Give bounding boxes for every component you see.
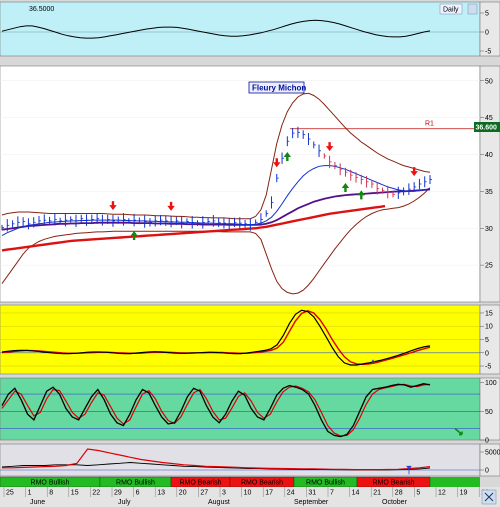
x-day-label: 8 [49,490,53,497]
macd-y-tick-label: 10 [485,324,493,331]
x-day-label: 22 [92,490,100,497]
top-oscillator-panel: 36.5000 Daily 5 0 -5 [0,1,500,57]
x-day-label: 21 [373,490,381,497]
period-button-label: Daily [443,7,459,14]
x-day-label: 24 [287,490,295,497]
x-day-label: 29 [114,490,122,497]
x-day-label: 5 [416,490,420,497]
x-day-label: 1 [28,490,32,497]
price-panel: 50 45 40 35 30 25 R1 Fleury Michon 36.600 [0,65,500,303]
top-y-tick-label: 5 [485,11,489,18]
volume-y-tick-label: 0 [485,468,489,475]
x-day-label: 17 [265,490,273,497]
last-price-label: 36.600 [476,125,498,132]
x-axis: 2518152229613202731017243171421285121926… [0,487,500,507]
x-month-label: August [208,499,230,506]
chart-title: Fleury Michon [252,84,306,93]
rmo-segment-label: RMO Bearish [372,480,414,487]
scroll-button[interactable] [467,3,478,15]
x-day-label: 12 [438,490,446,497]
x-day-label: 28 [395,490,403,497]
macd-y-tick-label: 5 [485,337,489,344]
x-month-label: July [118,499,131,506]
x-day-label: 31 [308,490,316,497]
rmo-segment-label: RMO Bullish [116,480,155,487]
price-y-tick-label: 30 [485,226,493,233]
price-y-tick-label: 35 [485,189,493,196]
chart-canvas: 36.5000 Daily 50-5 504540353025 R1 Fleur… [0,0,500,507]
x-day-label: 3 [222,490,226,497]
x-day-label: 15 [71,490,79,497]
x-day-label: 6 [136,490,140,497]
x-day-label: 14 [352,490,360,497]
rmo-segment-label: RMO Bearish [179,480,221,487]
stochastic-y-tick-label: 50 [485,409,493,416]
price-y-tick-label: 45 [485,115,493,122]
x-month-label: September [294,499,329,506]
rmo-segment-label: RMO Bullish [31,480,70,487]
value-readout: 36.5000 [29,6,54,13]
x-day-label: 27 [200,490,208,497]
price-y-tick-label: 50 [485,78,493,85]
macd-y-tick-label: -5 [485,364,491,371]
x-day-label: 7 [330,490,334,497]
macd-panel: 15 10 5 0 -5 [0,304,500,375]
volume-panel: 50000 0 [0,443,500,477]
price-y-tick-label: 25 [485,263,493,270]
chart-window: 36.5000 Daily 5 0 -5 50 45 40 35 30 25 R1 Fleur… [0,0,500,507]
macd-y-tick-label: 15 [485,310,493,317]
x-day-label: 13 [157,490,165,497]
rmo-segment-label: RMO Bearish [241,480,283,487]
top-y-tick-label: 0 [485,30,489,37]
rmo-segment-label: RMO Bullish [306,480,345,487]
resistance-label: R1 [425,121,434,128]
volume-y-tick-label: 50000 [485,450,500,457]
x-month-label: June [30,499,45,506]
price-y-tick-label: 40 [485,152,493,159]
stochastic-y-tick-label: 0 [485,438,489,445]
x-day-label: 25 [6,490,14,497]
x-day-label: 20 [179,490,187,497]
x-day-label: 19 [460,490,468,497]
macd-y-tick-label: 0 [485,350,489,357]
x-month-label: October [382,499,408,506]
stochastic-y-tick-label: 100 [485,380,497,387]
top-y-tick-label: -5 [485,49,491,56]
rmo-bar: RMO Bullish RMO Bullish RMO Bearish RMO Bea… [0,476,480,488]
x-day-label: 10 [244,490,252,497]
stochastic-panel: 100 50 0 [0,377,500,445]
